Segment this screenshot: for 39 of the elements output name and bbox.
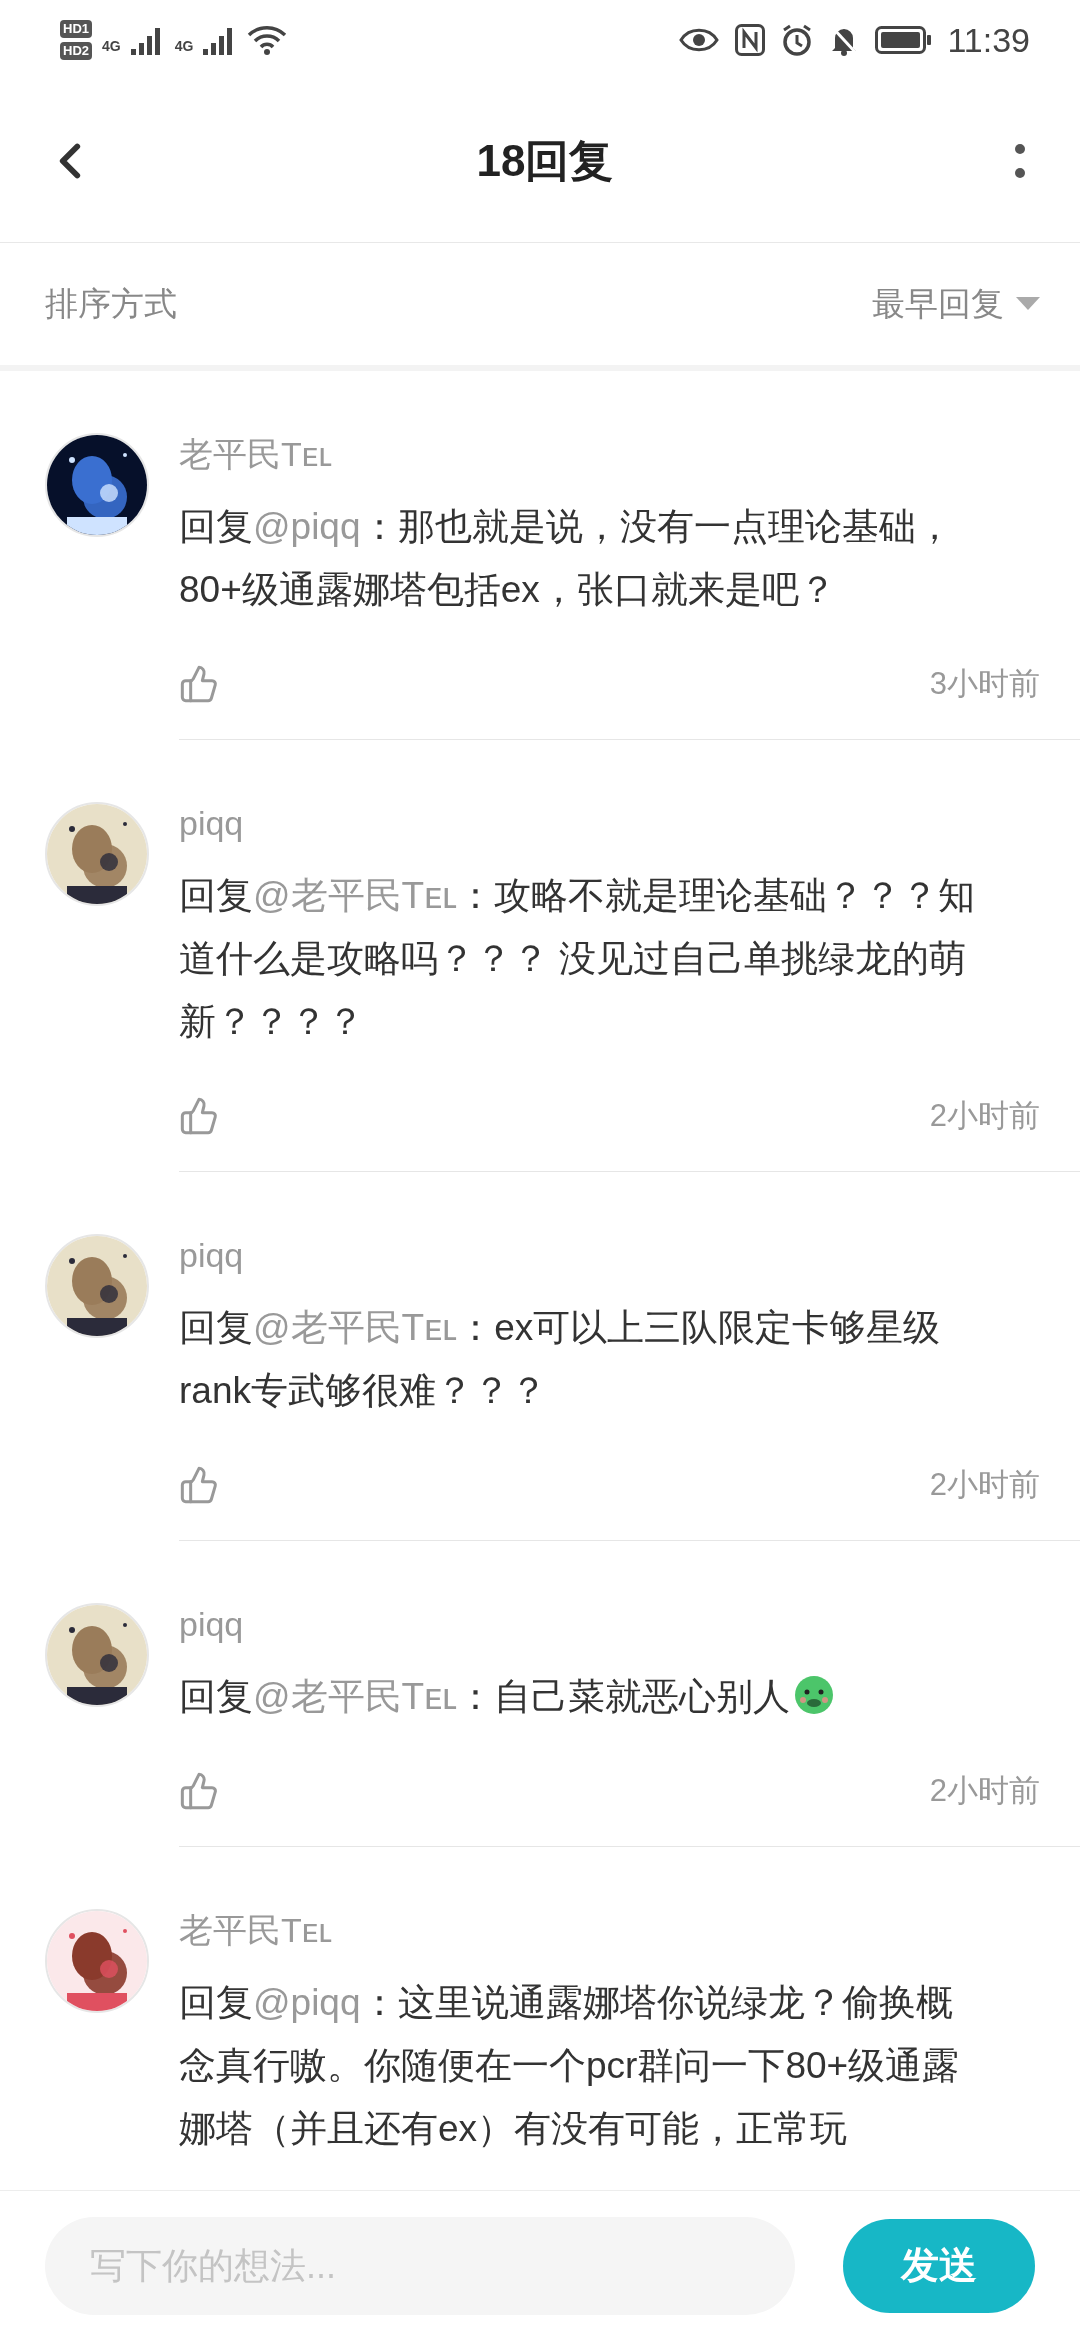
like-icon[interactable] [179,1096,219,1136]
comment-text: 回复@piqq：那也就是说，没有一点理论基础，80+级通露娜塔包括ex，张口就来是吧？ [179,505,954,612]
author-name[interactable]: piqq [179,1230,1040,1280]
mention-link[interactable]: @piqq [253,1982,361,2023]
comment-text: 回复@老平民Tᴇʟ：自己菜就恶心别人 [179,1665,979,1728]
battery-icon [875,26,932,54]
like-icon[interactable] [179,1465,219,1505]
author-name[interactable]: piqq [179,798,1040,848]
mention-link[interactable]: @老平民Tᴇʟ [253,875,458,916]
alarm-icon [781,24,814,56]
timestamp: 3小时前 [929,665,1040,703]
like-icon[interactable] [179,664,219,704]
timestamp: 2小时前 [929,1097,1040,1135]
caret-icon [1016,297,1040,311]
timestamp: 2小时前 [929,1772,1040,1810]
mention-link[interactable]: @piqq [253,506,361,547]
send-button[interactable]: 发送 [843,2218,1035,2313]
comment-text: 回复@老平民Tᴇʟ：攻略不就是理论基础？？？知道什么是攻略吗？？？ 没见过自己单挑绿龙的萌新？？？？ [179,874,977,1044]
nfc-icon [735,24,766,56]
like-icon[interactable] [179,1771,219,1811]
page-title: 18回复 [476,134,614,187]
sort-dropdown[interactable]: 最早回复 [872,281,1040,327]
mention-link[interactable]: @老平民Tᴇʟ [253,1676,458,1717]
nauseated-face-icon [794,1675,835,1715]
sim-badge: HD2 [60,42,92,60]
author-name[interactable]: 老平民Tᴇʟ [179,429,1040,479]
sort-label: 排序方式 [45,283,177,324]
author-name[interactable]: piqq [179,1599,1040,1649]
wifi-icon [247,24,288,56]
eye-icon [679,27,720,53]
network-label: 4G [174,38,194,54]
comment-text: 回复@老平民Tᴇʟ：ex可以上三队限定卡够星级rank专武够很难？？？ [179,1306,942,1413]
network-label: 4G [102,38,121,54]
clock-time: 11:39 [947,20,1030,60]
comment-text: 回复@piqq：这里说通露娜塔你说绿龙？偷换概念真行嗷。你随便在一个pcr群问一下80+级通露娜塔（并且还有ex）有没有可能，正常玩 [179,1981,961,2151]
sim-badge: HD1 [60,20,92,38]
author-name[interactable]: 老平民Tᴇʟ [179,1905,1040,1955]
mention-link[interactable]: @老平民Tᴇʟ [253,1307,458,1348]
timestamp: 2小时前 [929,1466,1040,1504]
